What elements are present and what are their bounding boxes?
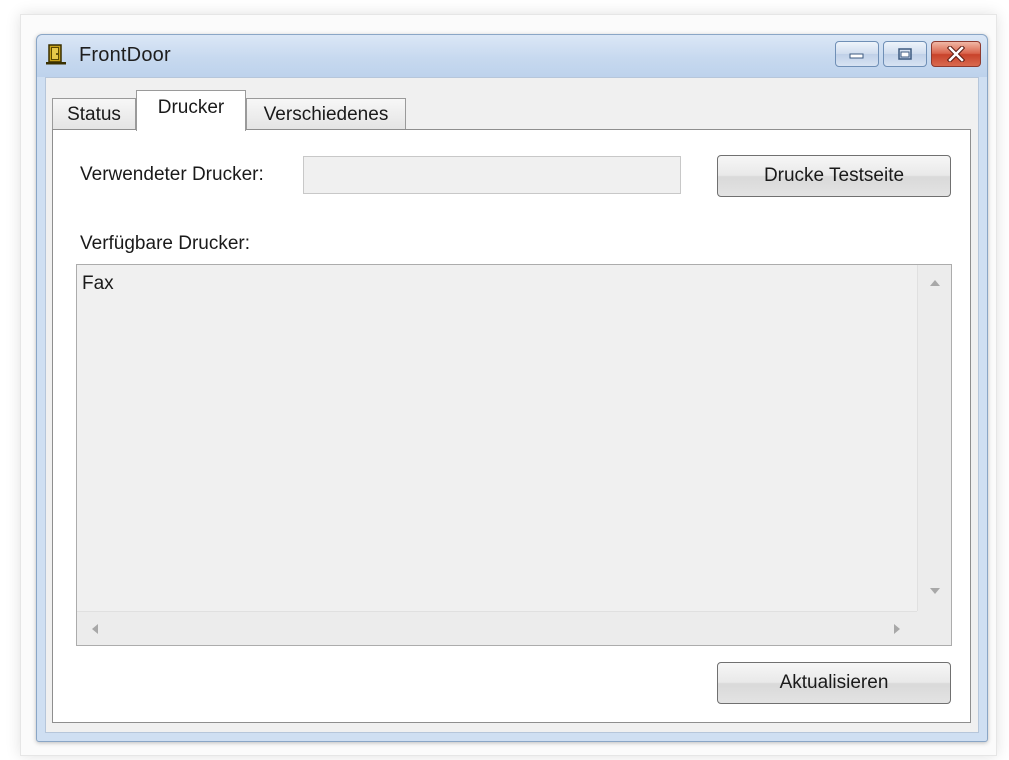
scroll-left-arrow-icon[interactable] — [89, 623, 101, 635]
used-printer-label: Verwendeter Drucker: — [80, 164, 264, 185]
scroll-up-arrow-icon[interactable] — [929, 277, 941, 289]
maximize-icon — [897, 47, 913, 61]
frontdoor-window: FrontDoor Status Drucker Verschiedenes V… — [36, 34, 988, 742]
used-printer-field[interactable] — [303, 156, 681, 194]
scroll-down-arrow-icon[interactable] — [929, 585, 941, 597]
caption-buttons — [835, 41, 981, 67]
tab-drucker[interactable]: Drucker — [136, 90, 246, 131]
list-item[interactable]: Fax — [77, 265, 917, 295]
available-printers-list[interactable]: Fax — [76, 264, 952, 646]
print-test-page-button[interactable]: Drucke Testseite — [717, 155, 951, 197]
door-icon — [45, 44, 67, 66]
minimize-button[interactable] — [835, 41, 879, 67]
window-title: FrontDoor — [79, 44, 171, 66]
minimize-icon — [848, 49, 866, 59]
drucker-tab-page: Verwendeter Drucker: Drucke Testseite Ve… — [52, 129, 971, 723]
tab-verschiedenes[interactable]: Verschiedenes — [246, 98, 406, 130]
available-printers-label: Verfügbare Drucker: — [80, 233, 251, 254]
close-button[interactable] — [931, 41, 981, 67]
title-bar[interactable]: FrontDoor — [37, 35, 987, 77]
tab-status[interactable]: Status — [52, 98, 136, 130]
scrollbar-corner — [917, 611, 951, 645]
horizontal-scrollbar[interactable] — [77, 611, 917, 645]
screenshot-backdrop: FrontDoor Status Drucker Verschiedenes V… — [0, 0, 1009, 760]
list-items: Fax — [77, 265, 917, 611]
client-area: Status Drucker Verschiedenes Verwendeter… — [45, 77, 979, 733]
scroll-right-arrow-icon[interactable] — [891, 623, 903, 635]
maximize-button[interactable] — [883, 41, 927, 67]
refresh-button[interactable]: Aktualisieren — [717, 662, 951, 704]
vertical-scrollbar[interactable] — [917, 265, 951, 611]
close-icon — [947, 46, 965, 62]
